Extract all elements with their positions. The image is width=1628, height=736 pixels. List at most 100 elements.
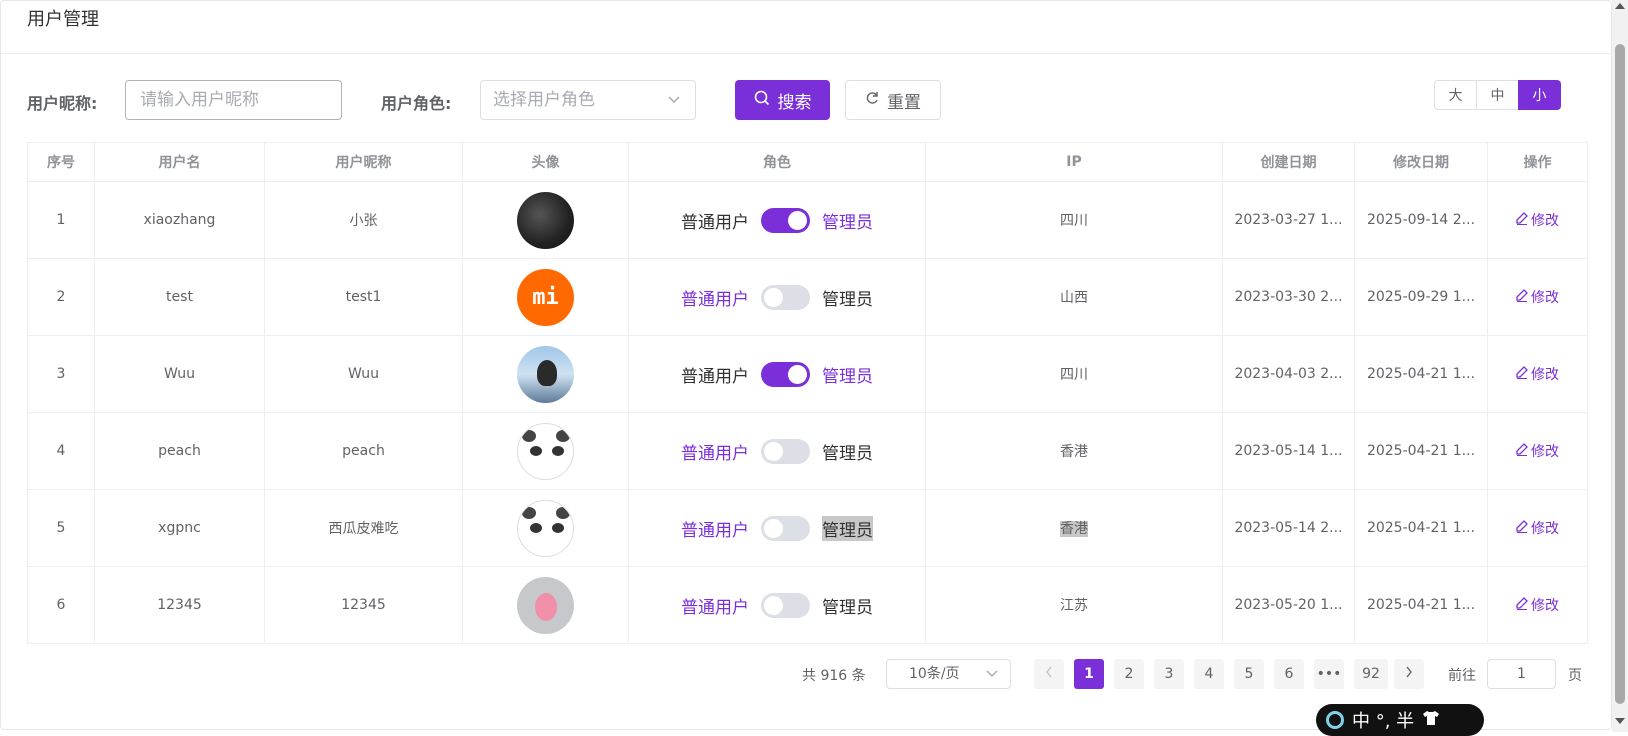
cell-avatar <box>462 489 629 567</box>
column-header-username: 用户名 <box>94 142 265 182</box>
edit-button[interactable]: 修改 <box>1516 210 1559 230</box>
cell-modified: 2025-04-21 1... <box>1354 335 1488 413</box>
search-button[interactable]: 搜索 <box>735 80 830 120</box>
search-icon <box>754 90 770 111</box>
cell-avatar <box>462 412 629 490</box>
role-admin-label: 管理员 <box>822 366 873 387</box>
goto-page-input[interactable]: 1 <box>1487 659 1556 689</box>
cell-index: 2 <box>27 258 95 336</box>
page-button-5[interactable]: 5 <box>1234 659 1264 689</box>
role-user-label: 普通用户 <box>681 443 749 464</box>
edit-button[interactable]: 修改 <box>1516 518 1559 538</box>
cell-modified: 2025-04-21 1... <box>1354 566 1488 644</box>
card-header: 用户管理 <box>1 1 1611 54</box>
role-user-label: 普通用户 <box>681 366 749 387</box>
edit-button[interactable]: 修改 <box>1516 441 1559 461</box>
avatar: mi <box>517 268 574 326</box>
size-small-button[interactable]: 小 <box>1518 80 1561 110</box>
column-header-ip: IP <box>925 142 1223 182</box>
table-row: 2 test test1 mi 普通用户 管理员 山西 2023-03-30 2… <box>27 258 1588 336</box>
cell-ip: 四川 <box>925 335 1223 413</box>
page-size-select[interactable]: 10条/页 <box>886 659 1011 689</box>
cell-role: 普通用户 管理员 <box>628 566 926 644</box>
refresh-icon <box>865 90 879 110</box>
pagination: 共 916 条 10条/页 1 2 3 4 5 6 ••• 92 前往 1 页 <box>0 659 1612 689</box>
cell-username: xgpnc <box>94 489 265 567</box>
cell-nickname: 西瓜皮难吃 <box>264 489 463 567</box>
column-header-avatar: 头像 <box>462 142 629 182</box>
cell-ip: 江苏 <box>925 566 1223 644</box>
cell-username: xiaozhang <box>94 181 265 259</box>
admin-toggle-switch[interactable] <box>761 592 810 618</box>
cell-actions: 修改 <box>1487 181 1588 259</box>
role-label: 用户角色: <box>381 94 452 113</box>
more-pages-button[interactable]: ••• <box>1314 659 1344 689</box>
cell-ip: 香港 <box>925 489 1223 567</box>
chevron-left-icon <box>1045 666 1053 682</box>
cell-role: 普通用户 管理员 <box>628 335 926 413</box>
cell-nickname: peach <box>264 412 463 490</box>
cell-nickname: 12345 <box>264 566 463 644</box>
page-button-3[interactable]: 3 <box>1154 659 1184 689</box>
role-admin-label: 管理员 <box>822 515 873 541</box>
cell-role: 普通用户 管理员 <box>628 181 926 259</box>
table-row: 3 Wuu Wuu 普通用户 管理员 四川 2023-04-03 2... 20… <box>27 335 1588 413</box>
cell-avatar <box>462 181 629 259</box>
edit-icon <box>1516 211 1528 229</box>
admin-toggle-switch[interactable] <box>761 284 810 310</box>
admin-toggle-switch[interactable] <box>761 361 810 387</box>
cell-modified: 2025-09-14 2... <box>1354 181 1488 259</box>
page-title: 用户管理 <box>27 9 99 30</box>
edit-button[interactable]: 修改 <box>1516 287 1559 307</box>
cell-ip: 山西 <box>925 258 1223 336</box>
cell-index: 3 <box>27 335 95 413</box>
role-select[interactable]: 选择用户角色 <box>480 80 696 120</box>
filter-toolbar: 用户昵称: 请输入用户昵称 用户角色: 选择用户角色 搜索 重置 大 中 小 <box>27 80 1611 120</box>
size-medium-button[interactable]: 中 <box>1476 80 1519 110</box>
cell-created: 2023-05-14 2... <box>1222 489 1355 567</box>
size-large-button[interactable]: 大 <box>1434 80 1477 110</box>
cell-actions: 修改 <box>1487 566 1588 644</box>
role-select-placeholder: 选择用户角色 <box>493 90 595 110</box>
scroll-thumb[interactable] <box>1615 44 1625 704</box>
column-header-nickname: 用户昵称 <box>264 142 463 182</box>
column-header-role: 角色 <box>628 142 926 182</box>
edit-button[interactable]: 修改 <box>1516 595 1559 615</box>
admin-toggle-switch[interactable] <box>761 207 810 233</box>
nickname-search-input[interactable]: 请输入用户昵称 <box>125 80 342 120</box>
cell-username: 12345 <box>94 566 265 644</box>
scroll-down-arrow-icon[interactable] <box>1615 718 1625 724</box>
cell-created: 2023-04-03 2... <box>1222 335 1355 413</box>
page-button-last[interactable]: 92 <box>1354 659 1388 689</box>
cell-role: 普通用户 管理员 <box>628 258 926 336</box>
avatar <box>517 422 574 480</box>
page-button-2[interactable]: 2 <box>1114 659 1144 689</box>
prev-page-button[interactable] <box>1034 659 1064 689</box>
edit-label: 修改 <box>1531 598 1559 614</box>
vertical-scrollbar[interactable] <box>1612 0 1628 732</box>
page-button-1[interactable]: 1 <box>1074 659 1104 689</box>
page-button-4[interactable]: 4 <box>1194 659 1224 689</box>
table-row: 1 xiaozhang 小张 普通用户 管理员 四川 2023-03-27 1.… <box>27 181 1588 259</box>
scroll-up-arrow-icon[interactable] <box>1615 3 1625 9</box>
next-page-button[interactable] <box>1394 659 1424 689</box>
edit-icon <box>1516 288 1528 306</box>
table-row: 5 xgpnc 西瓜皮难吃 普通用户 管理员 香港 2023-05-14 2..… <box>27 489 1588 567</box>
edit-icon <box>1516 519 1528 537</box>
admin-toggle-switch[interactable] <box>761 438 810 464</box>
cell-actions: 修改 <box>1487 335 1588 413</box>
role-user-label: 普通用户 <box>681 289 749 310</box>
ime-logo-icon <box>1326 711 1344 729</box>
page-button-6[interactable]: 6 <box>1274 659 1304 689</box>
role-user-label: 普通用户 <box>681 597 749 618</box>
edit-label: 修改 <box>1531 444 1559 460</box>
ime-status-bar[interactable]: 中 °, 半 <box>1316 704 1484 736</box>
column-header-modified: 修改日期 <box>1354 142 1488 182</box>
reset-button[interactable]: 重置 <box>845 80 941 120</box>
role-user-label: 普通用户 <box>681 520 749 541</box>
edit-button[interactable]: 修改 <box>1516 364 1559 384</box>
cell-ip: 香港 <box>925 412 1223 490</box>
cell-modified: 2025-04-21 1... <box>1354 489 1488 567</box>
admin-toggle-switch[interactable] <box>761 515 810 541</box>
role-user-label: 普通用户 <box>681 212 749 233</box>
